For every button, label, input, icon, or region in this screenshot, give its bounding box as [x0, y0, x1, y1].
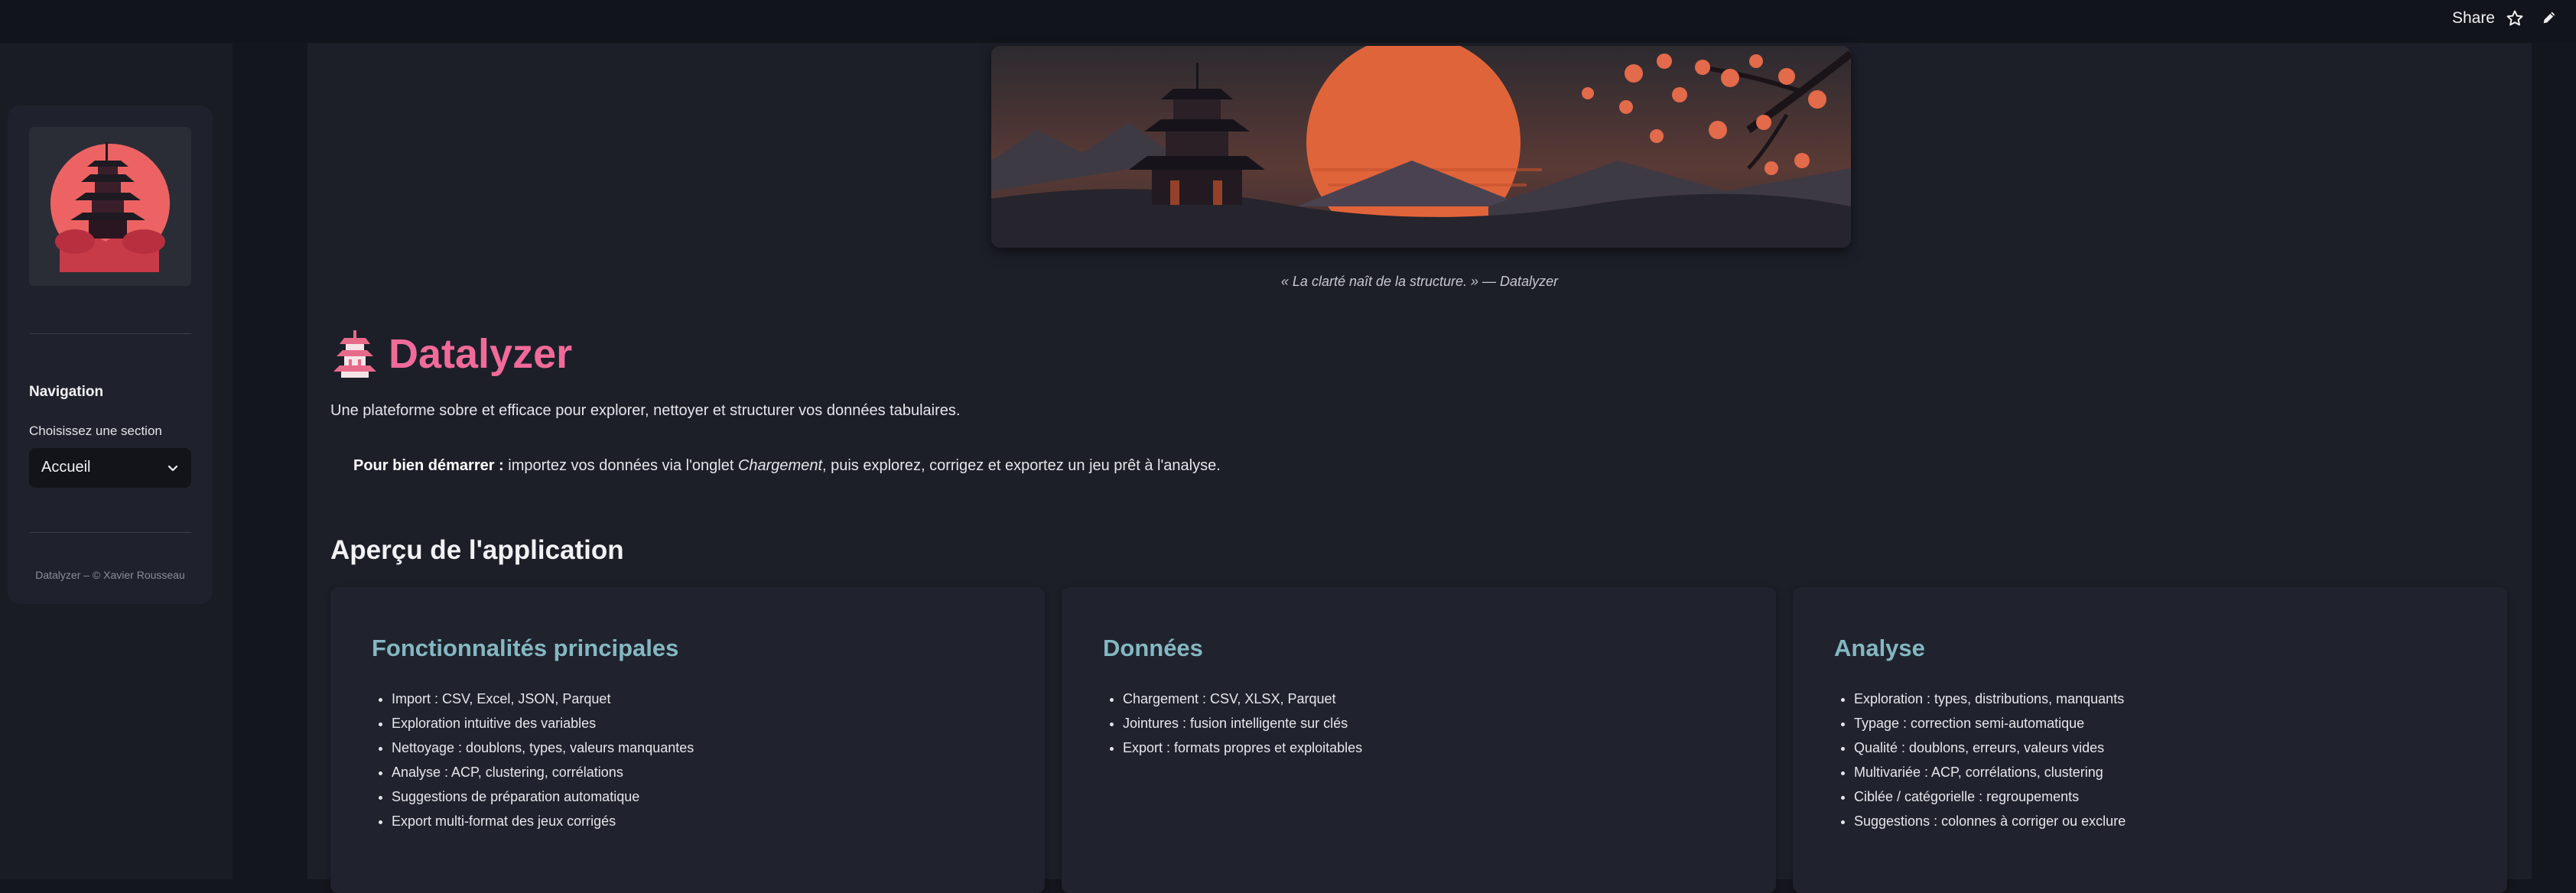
list-item: Export : formats propres et exploitables — [1123, 736, 1362, 760]
card-data: Données Chargement : CSV, XLSX, Parquet … — [1062, 587, 1776, 893]
edit-icon[interactable] — [2541, 9, 2558, 26]
nav-select-label: Choisissez une section — [29, 424, 162, 438]
star-icon[interactable] — [2506, 9, 2524, 28]
hint-text-pre: importez vos données via l'onglet — [503, 457, 738, 474]
list-item: Ciblée / catégorielle : regroupements — [1854, 784, 2126, 809]
share-button[interactable]: Share — [2452, 9, 2495, 28]
list-item: Analyse : ACP, clustering, corrélations — [392, 760, 694, 784]
list-item: Qualité : doublons, erreurs, valeurs vid… — [1854, 736, 2126, 760]
list-item: Nettoyage : doublons, types, valeurs man… — [392, 736, 694, 760]
pagoda-sunset-banner — [991, 46, 1851, 248]
banner-caption: « La clarté naît de la structure. » — Da… — [1280, 274, 1559, 289]
main-content: « La clarté naît de la structure. » — Da… — [307, 43, 2532, 893]
card-title: Fonctionnalités principales — [372, 635, 679, 661]
card-features: Fonctionnalités principales Import : CSV… — [330, 587, 1045, 893]
section-title: Aperçu de l'application — [330, 535, 624, 565]
pagoda-icon — [333, 330, 376, 378]
page-title: Datalyzer — [389, 331, 573, 377]
list-item: Export multi-format des jeux corrigés — [392, 809, 694, 833]
card-analysis: Analyse Exploration : types, distributio… — [1793, 587, 2507, 893]
nav-title: Navigation — [29, 384, 104, 400]
list-item: Jointures : fusion intelligente sur clés — [1123, 711, 1362, 736]
card-list: Chargement : CSV, XLSX, Parquet Jointure… — [1103, 687, 1362, 760]
list-item: Typage : correction semi-automatique — [1854, 711, 2126, 736]
chevron-down-icon[interactable] — [167, 462, 179, 474]
page-subtitle: Une plateforme sobre et efficace pour ex… — [330, 402, 961, 419]
list-item: Suggestions de préparation automatique — [392, 784, 694, 809]
sidebar: Navigation Choisissez une section Accuei… — [0, 43, 233, 879]
card-list: Exploration : types, distributions, manq… — [1834, 687, 2126, 833]
hint-emphasis: Chargement — [737, 457, 822, 474]
list-item: Import : CSV, Excel, JSON, Parquet — [392, 687, 694, 711]
section-select-value: Accueil — [41, 459, 91, 476]
list-item: Chargement : CSV, XLSX, Parquet — [1123, 687, 1362, 711]
page-title-row: Datalyzer — [333, 327, 572, 381]
card-title: Données — [1103, 635, 1203, 661]
hint-bold: Pour bien démarrer : — [353, 457, 504, 474]
card-title: Analyse — [1834, 635, 1925, 661]
list-item: Exploration : types, distributions, manq… — [1854, 687, 2126, 711]
top-bar: Share — [0, 0, 2576, 43]
sidebar-divider-bottom — [29, 532, 191, 533]
hint-text-post: , puis explorez, corrigez et exportez un… — [822, 457, 1221, 474]
list-item: Suggestions : colonnes à corriger ou exc… — [1854, 809, 2126, 833]
section-select[interactable]: Accueil — [29, 448, 191, 488]
sidebar-footer: Datalyzer – © Xavier Rousseau — [35, 569, 185, 581]
getting-started-hint: Pour bien démarrer : importez vos donnée… — [353, 457, 1221, 475]
pagoda-sunset-logo — [29, 127, 191, 286]
list-item: Exploration intuitive des variables — [392, 711, 694, 736]
sidebar-card: Navigation Choisissez une section Accuei… — [8, 106, 213, 604]
list-item: Multivariée : ACP, corrélations, cluster… — [1854, 760, 2126, 784]
card-list: Import : CSV, Excel, JSON, Parquet Explo… — [372, 687, 694, 833]
sidebar-divider-top — [29, 333, 191, 334]
